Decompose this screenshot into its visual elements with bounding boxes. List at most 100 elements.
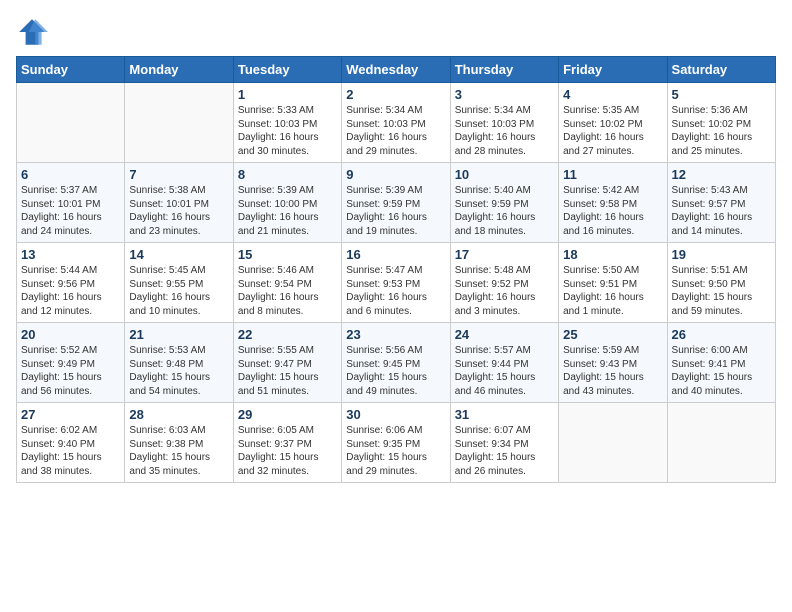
calendar-cell: 25 Sunrise: 5:59 AMSunset: 9:43 PMDayligh… [559,323,667,403]
cell-content: Sunrise: 5:37 AMSunset: 10:01 PMDaylight… [21,184,120,238]
calendar-cell: 26 Sunrise: 6:00 AMSunset: 9:41 PMDayligh… [667,323,775,403]
calendar-cell [667,403,775,483]
cell-content: Sunrise: 6:06 AMSunset: 9:35 PMDaylight:… [346,424,445,478]
day-header-thursday: Thursday [450,57,558,83]
cell-content: Sunrise: 5:59 AMSunset: 9:43 PMDaylight:… [563,344,662,398]
calendar-cell: 3 Sunrise: 5:34 AMSunset: 10:03 PMDayligh… [450,83,558,163]
day-number: 21 [129,327,228,342]
cell-content: Sunrise: 5:36 AMSunset: 10:02 PMDaylight… [672,104,771,158]
cell-content: Sunrise: 6:00 AMSunset: 9:41 PMDaylight:… [672,344,771,398]
cell-content: Sunrise: 5:45 AMSunset: 9:55 PMDaylight:… [129,264,228,318]
day-number: 18 [563,247,662,262]
calendar-week-2: 6 Sunrise: 5:37 AMSunset: 10:01 PMDayligh… [17,163,776,243]
cell-content: Sunrise: 5:38 AMSunset: 10:01 PMDaylight… [129,184,228,238]
calendar-cell: 18 Sunrise: 5:50 AMSunset: 9:51 PMDayligh… [559,243,667,323]
calendar-cell: 31 Sunrise: 6:07 AMSunset: 9:34 PMDayligh… [450,403,558,483]
cell-content: Sunrise: 5:52 AMSunset: 9:49 PMDaylight:… [21,344,120,398]
day-number: 22 [238,327,337,342]
day-number: 20 [21,327,120,342]
day-header-tuesday: Tuesday [233,57,341,83]
day-header-saturday: Saturday [667,57,775,83]
calendar-week-5: 27 Sunrise: 6:02 AMSunset: 9:40 PMDayligh… [17,403,776,483]
calendar-body: 1 Sunrise: 5:33 AMSunset: 10:03 PMDayligh… [17,83,776,483]
calendar-cell [17,83,125,163]
cell-content: Sunrise: 5:51 AMSunset: 9:50 PMDaylight:… [672,264,771,318]
day-number: 30 [346,407,445,422]
day-number: 29 [238,407,337,422]
cell-content: Sunrise: 5:50 AMSunset: 9:51 PMDaylight:… [563,264,662,318]
cell-content: Sunrise: 6:07 AMSunset: 9:34 PMDaylight:… [455,424,554,478]
cell-content: Sunrise: 5:43 AMSunset: 9:57 PMDaylight:… [672,184,771,238]
day-header-friday: Friday [559,57,667,83]
calendar-cell: 2Sunrise: 5:34 AMSunset: 10:03 PMDayligh… [342,83,450,163]
cell-content: Sunrise: 5:46 AMSunset: 9:54 PMDaylight:… [238,264,337,318]
day-number: 1 [238,87,337,102]
calendar-cell: 9 Sunrise: 5:39 AMSunset: 9:59 PMDaylight… [342,163,450,243]
cell-content: Sunrise: 5:34 AMSunset: 10:03 PMDaylight… [455,104,554,158]
calendar-cell: 11 Sunrise: 5:42 AMSunset: 9:58 PMDayligh… [559,163,667,243]
calendar-table: SundayMondayTuesdayWednesdayThursdayFrid… [16,56,776,483]
day-number: 26 [672,327,771,342]
cell-content: Sunrise: 6:02 AMSunset: 9:40 PMDaylight:… [21,424,120,478]
calendar-header-row: SundayMondayTuesdayWednesdayThursdayFrid… [17,57,776,83]
day-number: 8 [238,167,337,182]
calendar-cell: 28Sunrise: 6:03 AMSunset: 9:38 PMDayligh… [125,403,233,483]
logo-icon [16,16,48,48]
calendar-cell: 27 Sunrise: 6:02 AMSunset: 9:40 PMDayligh… [17,403,125,483]
day-number: 24 [455,327,554,342]
cell-content: Sunrise: 5:35 AMSunset: 10:02 PMDaylight… [563,104,662,158]
day-number: 31 [455,407,554,422]
calendar-cell: 14 Sunrise: 5:45 AMSunset: 9:55 PMDayligh… [125,243,233,323]
day-number: 9 [346,167,445,182]
cell-content: Sunrise: 5:57 AMSunset: 9:44 PMDaylight:… [455,344,554,398]
calendar-cell: 17 Sunrise: 5:48 AMSunset: 9:52 PMDayligh… [450,243,558,323]
page-header [16,16,776,48]
cell-content: Sunrise: 5:56 AMSunset: 9:45 PMDaylight:… [346,344,445,398]
day-number: 17 [455,247,554,262]
calendar-cell [559,403,667,483]
day-number: 10 [455,167,554,182]
calendar-cell: 15 Sunrise: 5:46 AMSunset: 9:54 PMDayligh… [233,243,341,323]
day-number: 5 [672,87,771,102]
day-number: 23 [346,327,445,342]
cell-content: Sunrise: 5:53 AMSunset: 9:48 PMDaylight:… [129,344,228,398]
day-number: 25 [563,327,662,342]
day-number: 14 [129,247,228,262]
day-number: 12 [672,167,771,182]
calendar-cell: 1 Sunrise: 5:33 AMSunset: 10:03 PMDayligh… [233,83,341,163]
calendar-cell: 7Sunrise: 5:38 AMSunset: 10:01 PMDayligh… [125,163,233,243]
day-number: 3 [455,87,554,102]
cell-content: Sunrise: 5:55 AMSunset: 9:47 PMDaylight:… [238,344,337,398]
cell-content: Sunrise: 5:39 AMSunset: 10:00 PMDaylight… [238,184,337,238]
calendar-cell [125,83,233,163]
day-number: 11 [563,167,662,182]
cell-content: Sunrise: 5:44 AMSunset: 9:56 PMDaylight:… [21,264,120,318]
day-number: 19 [672,247,771,262]
calendar-cell: 16Sunrise: 5:47 AMSunset: 9:53 PMDayligh… [342,243,450,323]
calendar-week-1: 1 Sunrise: 5:33 AMSunset: 10:03 PMDayligh… [17,83,776,163]
day-number: 16 [346,247,445,262]
calendar-cell: 24 Sunrise: 5:57 AMSunset: 9:44 PMDayligh… [450,323,558,403]
calendar-week-4: 20 Sunrise: 5:52 AMSunset: 9:49 PMDayligh… [17,323,776,403]
calendar-cell: 12 Sunrise: 5:43 AMSunset: 9:57 PMDayligh… [667,163,775,243]
cell-content: Sunrise: 5:40 AMSunset: 9:59 PMDaylight:… [455,184,554,238]
day-number: 27 [21,407,120,422]
day-number: 13 [21,247,120,262]
cell-content: Sunrise: 5:48 AMSunset: 9:52 PMDaylight:… [455,264,554,318]
calendar-cell: 10 Sunrise: 5:40 AMSunset: 9:59 PMDayligh… [450,163,558,243]
cell-content: Sunrise: 5:42 AMSunset: 9:58 PMDaylight:… [563,184,662,238]
cell-content: Sunrise: 5:39 AMSunset: 9:59 PMDaylight:… [346,184,445,238]
cell-content: Sunrise: 5:33 AMSunset: 10:03 PMDaylight… [238,104,337,158]
calendar-cell: 13 Sunrise: 5:44 AMSunset: 9:56 PMDayligh… [17,243,125,323]
calendar-cell: 8 Sunrise: 5:39 AMSunset: 10:00 PMDayligh… [233,163,341,243]
calendar-cell: 23 Sunrise: 5:56 AMSunset: 9:45 PMDayligh… [342,323,450,403]
calendar-cell: 5 Sunrise: 5:36 AMSunset: 10:02 PMDayligh… [667,83,775,163]
calendar-cell: 30 Sunrise: 6:06 AMSunset: 9:35 PMDayligh… [342,403,450,483]
calendar-cell: 19 Sunrise: 5:51 AMSunset: 9:50 PMDayligh… [667,243,775,323]
day-number: 28 [129,407,228,422]
calendar-cell: 6 Sunrise: 5:37 AMSunset: 10:01 PMDayligh… [17,163,125,243]
day-number: 15 [238,247,337,262]
calendar-cell: 29Sunrise: 6:05 AMSunset: 9:37 PMDayligh… [233,403,341,483]
calendar-cell: 22 Sunrise: 5:55 AMSunset: 9:47 PMDayligh… [233,323,341,403]
day-number: 6 [21,167,120,182]
